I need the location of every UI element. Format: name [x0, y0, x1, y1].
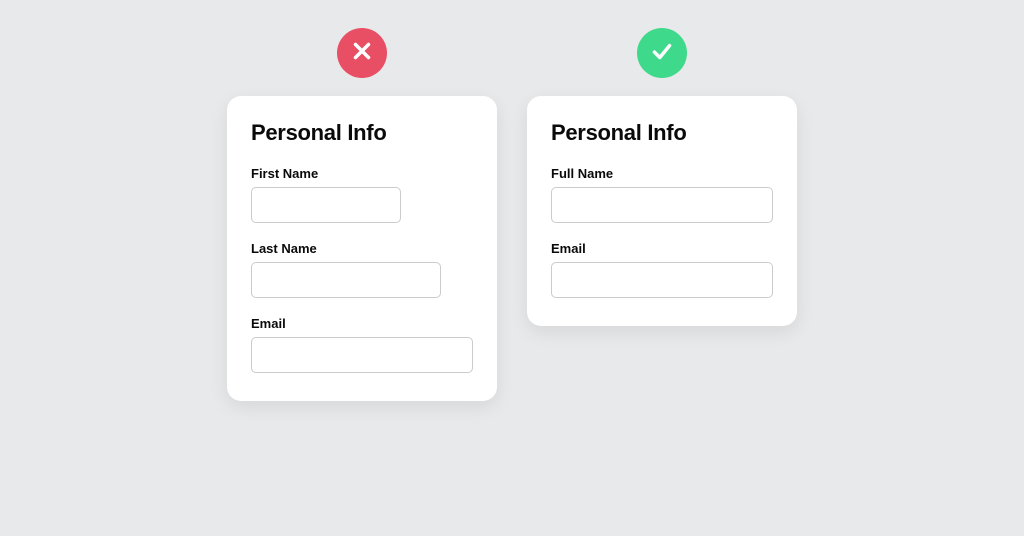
comparison-container: Personal Info First Name Last Name Email [227, 28, 797, 401]
field-email-good: Email [551, 241, 773, 298]
full-name-input[interactable] [551, 187, 773, 223]
good-badge [637, 28, 687, 78]
card-title: Personal Info [251, 120, 473, 146]
email-label-bad: Email [251, 316, 473, 331]
email-label-good: Email [551, 241, 773, 256]
field-last-name: Last Name [251, 241, 473, 298]
check-icon [649, 38, 675, 69]
good-form-card: Personal Info Full Name Email [527, 96, 797, 326]
last-name-input[interactable] [251, 262, 441, 298]
bad-badge [337, 28, 387, 78]
field-email-bad: Email [251, 316, 473, 373]
first-name-input[interactable] [251, 187, 401, 223]
last-name-label: Last Name [251, 241, 473, 256]
card-title: Personal Info [551, 120, 773, 146]
full-name-label: Full Name [551, 166, 773, 181]
bad-example-column: Personal Info First Name Last Name Email [227, 28, 497, 401]
good-example-column: Personal Info Full Name Email [527, 28, 797, 401]
bad-form-card: Personal Info First Name Last Name Email [227, 96, 497, 401]
x-icon [349, 38, 375, 69]
email-input-good[interactable] [551, 262, 773, 298]
first-name-label: First Name [251, 166, 473, 181]
email-input-bad[interactable] [251, 337, 473, 373]
field-full-name: Full Name [551, 166, 773, 223]
field-first-name: First Name [251, 166, 473, 223]
